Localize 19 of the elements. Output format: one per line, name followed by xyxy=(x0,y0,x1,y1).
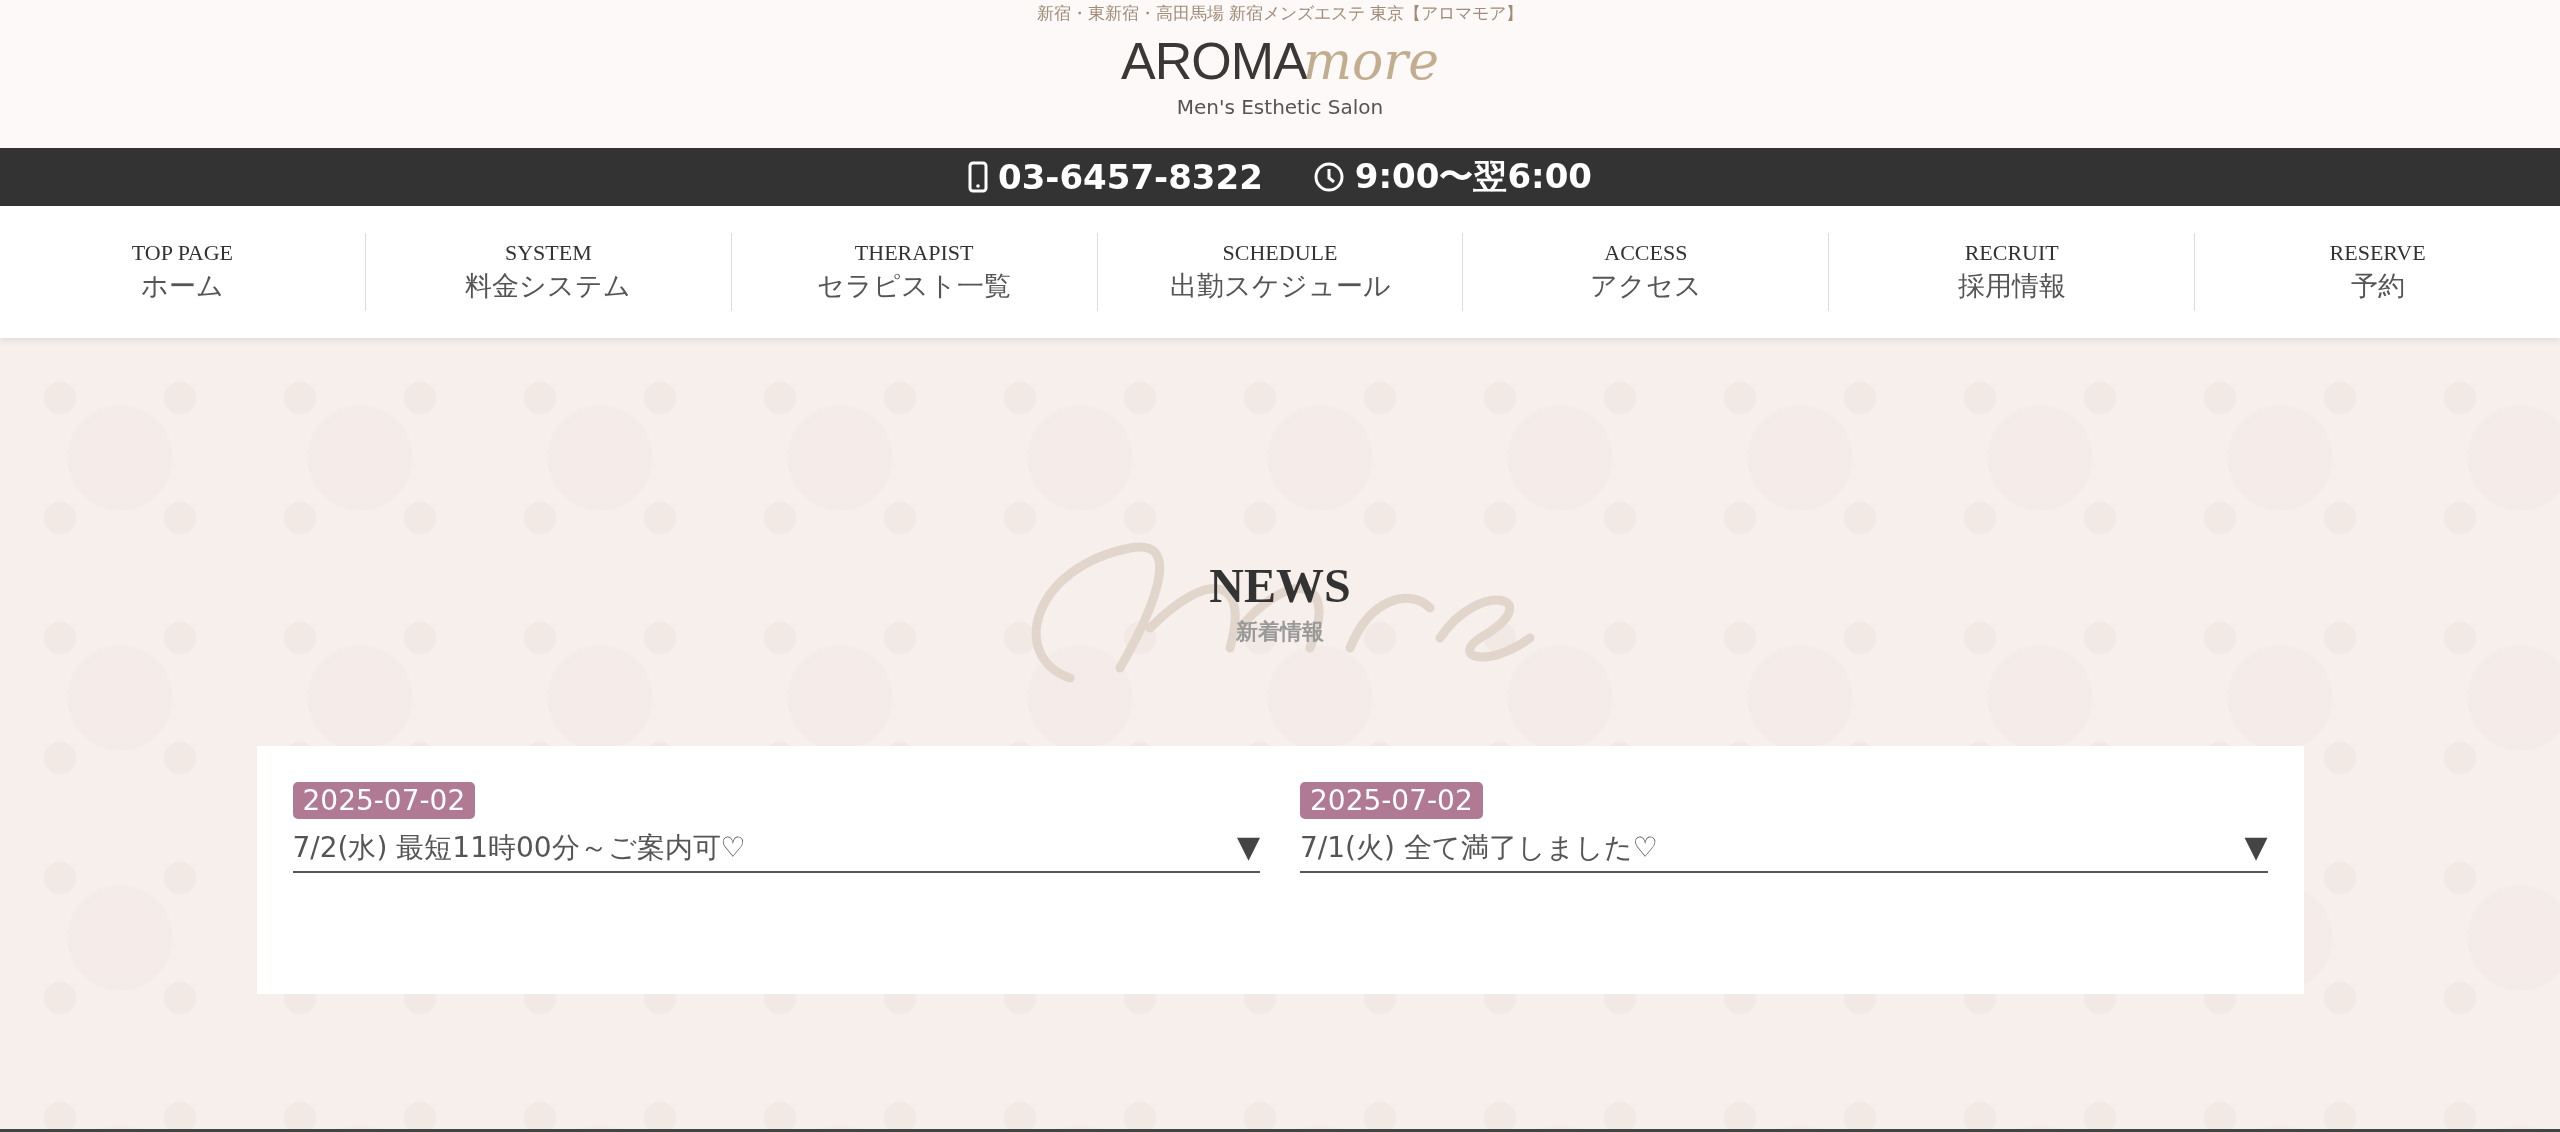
phone-icon xyxy=(968,161,989,193)
tagline: 新宿・東新宿・高田馬場 新宿メンズエステ 東京【アロマモア】 xyxy=(1036,2,1524,25)
nav-link[interactable]: SCHEDULE 出勤スケジュール xyxy=(1096,233,1463,311)
nav-link[interactable]: RECRUIT 採用情報 xyxy=(1828,233,2195,311)
section-subtitle: 新着情報 xyxy=(1236,618,1324,646)
date-badge: 2025-07-02 xyxy=(292,782,476,819)
section-title: NEWS xyxy=(1209,558,1351,613)
nav-link[interactable]: TOP PAGE ホーム xyxy=(0,233,365,311)
business-hours: 9:00〜翌6:00 xyxy=(1354,155,1592,198)
nav-link[interactable]: ACCESS アクセス xyxy=(1462,233,1829,311)
news-toggle[interactable]: 7/2(水) 最短11時00分～ご案内可♡ ▼ xyxy=(292,823,1260,873)
phone-number: 03-6457-8322 xyxy=(998,157,1263,197)
nav-link[interactable]: RESERVE 予約 xyxy=(2194,233,2560,311)
nav-link[interactable]: SYSTEM 料金システム xyxy=(364,233,731,311)
news-toggle[interactable]: 7/1(火) 全て満了しました♡ ▼ xyxy=(1300,823,2268,873)
logo[interactable]: AROMAmore Men's Esthetic Salon xyxy=(1070,31,1490,119)
clock-icon xyxy=(1312,161,1345,193)
date-badge: 2025-07-02 xyxy=(1300,782,1483,819)
nav-link[interactable]: THERAPIST セラピスト一覧 xyxy=(730,233,1097,311)
